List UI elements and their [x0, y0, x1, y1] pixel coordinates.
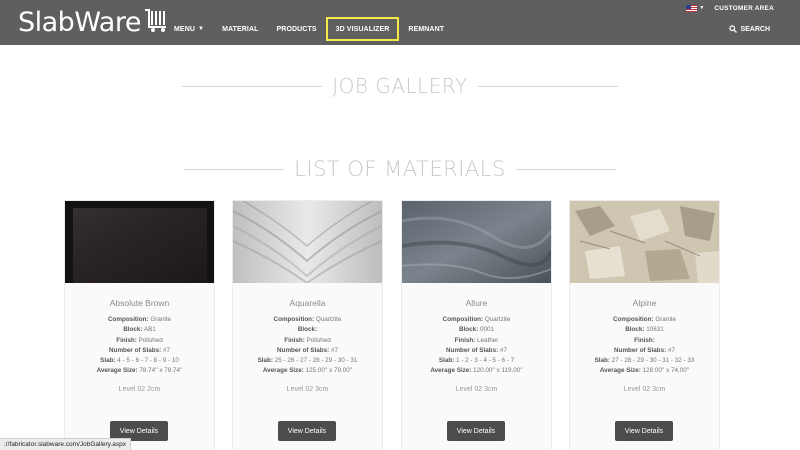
material-level: Level 02 3cm	[623, 385, 666, 393]
divider	[182, 85, 323, 87]
nav-remnant[interactable]: REMNANT	[399, 17, 453, 41]
search-label: SEARCH	[740, 25, 770, 33]
main-nav: MENU ▼ MATERIAL PRODUCTS 3D VISUALIZER R…	[165, 17, 453, 41]
material-specs: Composition: Quartzite Block: Finish: Po…	[257, 316, 358, 375]
material-photo[interactable]	[570, 201, 719, 283]
material-photo[interactable]	[65, 201, 214, 283]
nav-3d-visualizer-label: 3D VISUALIZER	[335, 25, 390, 33]
material-specs: Composition: Granite Block: AB1 Finish: …	[96, 316, 183, 375]
view-details-button[interactable]: View Details	[447, 421, 505, 441]
material-photo[interactable]	[402, 201, 551, 283]
material-card: Absolute Brown Composition: Granite Bloc…	[64, 200, 215, 450]
caret-down-icon: ▼	[198, 26, 205, 32]
language-selector[interactable]: ▼	[686, 4, 705, 12]
nav-menu[interactable]: MENU ▼	[165, 17, 213, 41]
site-header: SlabWare ▼ CUSTOMER AREA MENU ▼ MATERIAL…	[0, 0, 800, 45]
nav-products[interactable]: PRODUCTS	[268, 17, 326, 41]
us-flag-icon	[686, 4, 698, 12]
nav-3d-visualizer[interactable]: 3D VISUALIZER	[325, 17, 400, 41]
material-name[interactable]: Aquarella	[233, 298, 382, 309]
nav-material[interactable]: MATERIAL	[213, 17, 267, 41]
nav-remnant-label: REMNANT	[408, 25, 445, 33]
nav-products-label: PRODUCTS	[276, 25, 317, 33]
logo-text: SlabWare	[18, 6, 141, 38]
material-name[interactable]: Absolute Brown	[65, 298, 214, 309]
material-specs: Composition: Granite Block: 10631 Finish…	[594, 316, 695, 375]
nav-menu-label: MENU	[174, 25, 196, 33]
top-utility-bar: ▼ CUSTOMER AREA	[686, 2, 774, 14]
material-card: Allure Composition: Quartzite Block: 000…	[401, 200, 552, 450]
divider	[477, 85, 618, 87]
material-specs: Composition: Quartzite Block: 0001 Finis…	[430, 316, 523, 375]
divider	[515, 168, 616, 170]
material-level: Level 02 2cm	[118, 385, 161, 393]
material-level: Level 02 3cm	[286, 385, 329, 393]
customer-area-link[interactable]: CUSTOMER AREA	[714, 5, 774, 12]
search-button[interactable]: SEARCH	[729, 25, 770, 33]
view-details-button[interactable]: View Details	[278, 421, 336, 441]
search-icon	[729, 25, 738, 33]
divider	[184, 168, 285, 170]
material-name[interactable]: Allure	[402, 298, 551, 309]
view-details-button[interactable]: View Details	[615, 421, 673, 441]
job-gallery-heading: JOB GALLERY	[0, 74, 800, 98]
material-card: Alpine Composition: Granite Block: 10631…	[569, 200, 720, 450]
material-photo[interactable]	[233, 201, 382, 283]
slabware-logo[interactable]: SlabWare	[18, 4, 170, 40]
list-of-materials-title: LIST OF MATERIALS	[294, 157, 506, 181]
material-card: Aquarella Composition: Quartzite Block: …	[232, 200, 383, 450]
material-level: Level 02 3cm	[455, 385, 498, 393]
material-name[interactable]: Alpine	[570, 298, 719, 309]
list-of-materials-heading: LIST OF MATERIALS	[0, 157, 800, 181]
chevron-down-icon: ▼	[699, 5, 705, 11]
nav-material-label: MATERIAL	[222, 25, 259, 33]
job-gallery-title: JOB GALLERY	[332, 74, 468, 98]
status-bar-url: ://fabricator.slabware.com/JobGallery.as…	[0, 438, 131, 450]
